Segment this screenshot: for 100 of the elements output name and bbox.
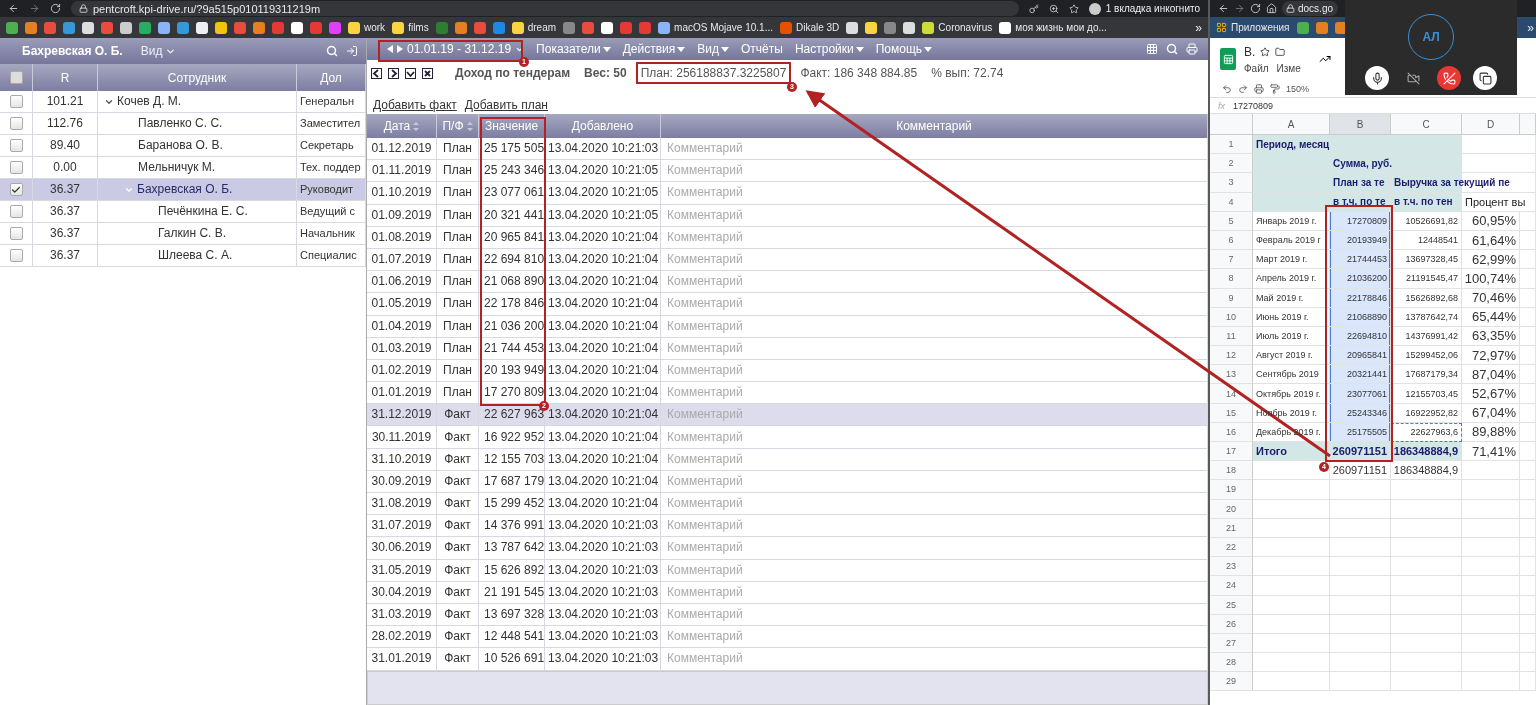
entry-row[interactable]: 31.08.2019 Факт 15 299 452 13.04.2020 10:21:04 Комментарий [367, 493, 1208, 516]
sheet-cell[interactable] [1520, 557, 1536, 577]
bookmark-icon[interactable] [846, 21, 859, 34]
sheet-cell[interactable] [1462, 633, 1520, 654]
print-icon[interactable] [1254, 83, 1264, 94]
sheet-cell[interactable] [1520, 461, 1536, 481]
sheet-cell[interactable] [1520, 518, 1536, 538]
checkbox[interactable] [9, 161, 23, 174]
entry-row[interactable]: 30.06.2019 Факт 13 787 642 13.04.2020 10:21:03 Комментарий [367, 537, 1208, 560]
sheet-cell[interactable] [1330, 672, 1391, 692]
reload-icon[interactable] [1250, 3, 1261, 14]
row-number[interactable]: 13 [1210, 365, 1253, 385]
employee-row[interactable]: 112.76 Павленко С. С. Заместител [0, 113, 366, 135]
sheet-cell[interactable]: 87,04% [1462, 365, 1520, 385]
zoom-icon[interactable] [1048, 3, 1059, 14]
row-number[interactable]: 18 [1210, 461, 1253, 481]
sheet-cell[interactable] [1520, 307, 1536, 327]
prev-icon[interactable] [387, 45, 393, 53]
row-number[interactable]: 8 [1210, 269, 1253, 289]
sheet-cell[interactable]: 21191545,47 [1391, 269, 1462, 289]
sheets-logo-icon[interactable] [1220, 48, 1236, 70]
sheet-cell[interactable]: 52,67% [1462, 384, 1520, 404]
sheet-cell[interactable] [1330, 576, 1391, 596]
sheet-cell[interactable] [1391, 672, 1462, 692]
sheet-cell[interactable]: 89,88% [1462, 422, 1520, 442]
reload-icon[interactable] [50, 3, 61, 14]
entry-row[interactable]: 01.10.2019 План 23 077 061 13.04.2020 10:21:05 Комментарий [367, 182, 1208, 205]
close-icon[interactable] [422, 67, 433, 79]
sheet-cell[interactable]: 17687179,34 [1391, 365, 1462, 385]
sheet-cell[interactable] [1253, 653, 1330, 673]
menu-item[interactable]: Файл [1244, 62, 1269, 74]
sheet-cell[interactable] [1330, 653, 1391, 673]
row-number[interactable]: 1 [1210, 135, 1253, 155]
sheet-cell[interactable]: 61,64% [1462, 230, 1520, 251]
row-number[interactable]: 29 [1210, 672, 1253, 692]
sheet-cell[interactable]: 15299452,06 [1391, 346, 1462, 366]
sheet-cell[interactable] [1462, 653, 1520, 673]
sheet-cell[interactable]: Сентябрь 2019 [1253, 365, 1330, 385]
sheet-cell[interactable] [1330, 557, 1391, 577]
sheet-cell[interactable]: 100,74% [1462, 269, 1520, 289]
sheet-cell[interactable] [1253, 461, 1330, 481]
sheet-cell[interactable]: 63,35% [1462, 326, 1520, 347]
sheet-cell[interactable] [1391, 557, 1462, 577]
sheet-cell[interactable] [1520, 595, 1536, 615]
bookmark-icon[interactable] [196, 21, 208, 34]
sheet-cell[interactable]: Итого [1253, 442, 1330, 462]
sheet-cell[interactable]: 62,99% [1462, 250, 1520, 270]
row-number[interactable]: 7 [1210, 250, 1253, 270]
column-header[interactable]: D [1462, 114, 1520, 135]
row-number[interactable]: 17 [1210, 442, 1253, 462]
document-title[interactable]: В. [1244, 44, 1256, 59]
sheet-cell[interactable] [1520, 672, 1536, 692]
sheet-cell[interactable]: Период, месяц [1253, 135, 1536, 155]
entry-row[interactable]: 31.07.2019 Факт 14 376 991 13.04.2020 10:21:03 Комментарий [367, 515, 1208, 538]
entry-row[interactable]: 01.11.2019 План 25 243 346 13.04.2020 10:21:05 Комментарий [367, 160, 1208, 183]
sheet-cell[interactable] [1520, 403, 1536, 423]
employee-row[interactable]: 89.40 Баранова О. В. Секретарь [0, 135, 366, 157]
employee-row[interactable]: 36.37 Шлеева С. А. Специалис [0, 245, 366, 267]
sheet-cell[interactable] [1253, 480, 1330, 500]
entry-row[interactable]: 30.09.2019 Факт 17 687 179 13.04.2020 10:21:04 Комментарий [367, 470, 1208, 493]
sheet-cell[interactable] [1520, 653, 1536, 673]
apps-bookmark[interactable]: Приложения [1216, 22, 1290, 33]
redo-icon[interactable] [1238, 83, 1248, 94]
key-icon[interactable] [1028, 3, 1039, 14]
sheet-cell[interactable]: Март 2019 г. [1253, 250, 1330, 270]
menu-item[interactable]: Изме [1276, 62, 1301, 74]
sheet-cell[interactable]: Октябрь 2019 г. [1253, 384, 1330, 404]
add-link[interactable]: Добавить факт [373, 98, 457, 112]
entry-row[interactable]: 31.03.2019 Факт 13 697 328 13.04.2020 10:21:03 Комментарий [367, 603, 1208, 627]
sheet-cell[interactable] [1520, 269, 1536, 289]
sheet-cell[interactable] [1520, 211, 1536, 231]
sheet-cell[interactable] [1253, 557, 1330, 577]
entry-row[interactable]: 01.03.2019 План 21 744 453 13.04.2020 10:21:04 Комментарий [367, 337, 1208, 360]
address-bar[interactable]: pentcroft.kpi-drive.ru/?9a515p010119311219m [71, 1, 1019, 16]
entry-row[interactable]: 01.09.2019 План 20 321 441 13.04.2020 10:21:05 Комментарий [367, 204, 1208, 227]
zoom-select[interactable]: 150% [1286, 83, 1310, 94]
folder-icon[interactable] [1275, 46, 1286, 57]
employee-row[interactable]: 36.37 Галкин С. В. Начальник [0, 223, 366, 245]
sheet-cell[interactable]: 21036200 [1330, 269, 1391, 289]
column-header[interactable]: A [1253, 114, 1330, 135]
bookmark[interactable]: Coronavirus [922, 21, 993, 34]
sheet-cell[interactable]: 186348884,9 [1391, 461, 1462, 481]
sheet-cell[interactable] [1520, 250, 1536, 270]
sheet-cell[interactable] [1520, 288, 1536, 308]
sheet-cell[interactable] [1391, 653, 1462, 673]
checkbox[interactable] [9, 227, 23, 240]
sheet-cell[interactable] [1253, 672, 1330, 692]
bookmark-icon[interactable] [1334, 21, 1347, 34]
sheet-cell[interactable] [1330, 480, 1391, 500]
row-number[interactable]: 3 [1210, 173, 1253, 193]
sheet-cell[interactable] [1253, 576, 1330, 596]
sheet-cell[interactable]: 13697328,45 [1391, 250, 1462, 270]
employee-row[interactable]: 36.37 Печёнкина Е. С. Ведущий с [0, 201, 366, 223]
bookmark-icon[interactable] [158, 21, 170, 34]
select-all-checkbox[interactable] [9, 71, 23, 84]
checkbox[interactable] [9, 139, 23, 152]
sheet-cell[interactable]: 21744453 [1330, 250, 1391, 270]
entry-row[interactable]: 01.05.2019 План 22 178 846 13.04.2020 10:21:04 Комментарий [367, 293, 1208, 316]
sheet-cell[interactable]: 60,95% [1462, 211, 1520, 231]
sheet-cell[interactable]: 20321441 [1330, 365, 1391, 385]
